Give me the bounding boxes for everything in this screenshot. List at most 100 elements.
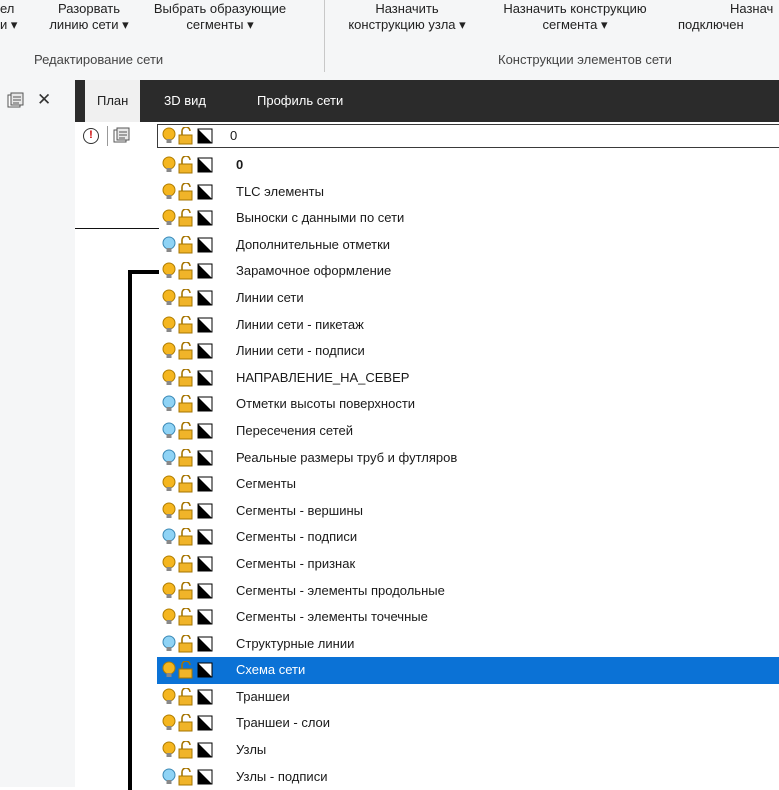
layer-list-item[interactable]: Сегменты - признак (157, 551, 779, 578)
lightbulb-icon[interactable] (162, 209, 176, 226)
layer-state-icon[interactable]: ! (83, 128, 99, 144)
lightbulb-icon[interactable] (162, 741, 176, 758)
lock-icon[interactable] (178, 209, 193, 227)
layer-color-icon[interactable] (197, 556, 213, 572)
layer-list-item[interactable]: Сегменты - элементы продольные (157, 578, 779, 605)
tab-plan[interactable]: План (85, 80, 141, 122)
lightbulb-icon[interactable] (162, 342, 176, 359)
lock-icon[interactable] (178, 315, 193, 334)
lock-icon[interactable] (178, 554, 193, 573)
layer-color-icon[interactable] (197, 715, 213, 731)
lightbulb-icon[interactable] (162, 236, 176, 252)
layer-color-icon[interactable] (197, 529, 213, 545)
layer-color-icon[interactable] (197, 769, 213, 785)
lock-icon[interactable] (178, 368, 193, 387)
lock-icon[interactable] (178, 342, 193, 360)
layer-properties-icon[interactable] (113, 127, 131, 145)
layer-list-item[interactable]: Схема сети (157, 657, 779, 684)
layer-list-item[interactable]: Отметки высоты поверхности (157, 391, 779, 418)
layer-color-icon[interactable] (197, 423, 213, 439)
layer-color-icon[interactable] (197, 662, 213, 678)
layer-list-item[interactable]: Траншеи - слои (157, 710, 779, 737)
lock-icon[interactable] (178, 501, 193, 520)
layer-dropdown[interactable]: 0 (157, 124, 779, 148)
lightbulb-icon[interactable] (162, 183, 176, 199)
layer-color-icon[interactable] (197, 210, 213, 226)
layer-color-icon[interactable] (197, 317, 213, 333)
lightbulb-icon[interactable] (162, 528, 176, 545)
lightbulb-icon[interactable] (162, 714, 176, 731)
lock-icon[interactable] (178, 421, 193, 440)
layer-color-icon[interactable] (197, 184, 213, 200)
layer-color-icon[interactable] (197, 742, 213, 758)
layer-list-item[interactable]: Структурные линии (157, 631, 779, 658)
layer-color-icon[interactable] (197, 450, 213, 466)
lock-icon[interactable] (178, 475, 193, 493)
lock-icon[interactable] (178, 634, 193, 653)
lightbulb-icon[interactable] (162, 582, 176, 598)
layer-list-item[interactable]: НАПРАВЛЕНИЕ_НА_СЕВЕР (157, 365, 779, 392)
lightbulb-icon[interactable] (162, 688, 176, 704)
tab-network-profile[interactable]: Профиль сети (245, 80, 355, 122)
layer-color-icon[interactable] (197, 370, 213, 386)
layer-color-icon[interactable] (197, 609, 213, 625)
layer-color-icon[interactable] (197, 636, 213, 652)
layer-list-item[interactable]: Линии сети - пикетаж (157, 312, 779, 339)
layer-color-icon[interactable] (197, 237, 213, 253)
tab-3d-view[interactable]: 3D вид (152, 80, 218, 122)
break-network-line-button[interactable]: Разорвать линию сети ▾ (34, 1, 144, 33)
layer-color-icon[interactable] (197, 476, 213, 492)
lock-icon[interactable] (178, 235, 193, 254)
select-generating-segments-button[interactable]: Выбрать образующие сегменты ▾ (140, 1, 300, 33)
layer-list-item[interactable]: Зарамочное оформление (157, 258, 779, 285)
layer-list-item[interactable]: Дополнительные отметки (157, 232, 779, 259)
lock-icon[interactable] (178, 661, 193, 679)
layer-list-item[interactable]: Сегменты (157, 471, 779, 498)
layer-list-item[interactable]: Линии сети - подписи (157, 338, 779, 365)
layer-list-item[interactable]: Выноски с данными по сети (157, 205, 779, 232)
layer-color-icon[interactable] (197, 503, 213, 519)
assign-segment-construction-button[interactable]: Назначить конструкцию сегмента ▾ (490, 1, 660, 33)
layer-color-icon[interactable] (197, 157, 213, 173)
lock-icon[interactable] (178, 448, 193, 467)
lightbulb-icon[interactable] (162, 422, 176, 438)
lightbulb-icon[interactable] (162, 395, 176, 412)
lock-icon[interactable] (178, 741, 193, 759)
layer-list-item[interactable]: TLC элементы (157, 179, 779, 206)
layer-list-item[interactable]: Линии сети (157, 285, 779, 312)
layer-list-item[interactable]: Узлы (157, 737, 779, 764)
lock-icon[interactable] (178, 767, 193, 786)
lightbulb-icon[interactable] (162, 289, 176, 305)
lightbulb-icon[interactable] (162, 369, 176, 385)
layers-palette-icon[interactable] (7, 92, 25, 110)
lightbulb-icon[interactable] (162, 661, 176, 678)
lock-icon[interactable] (178, 395, 193, 413)
assign-node-construction-button[interactable]: Назначить конструкцию узла ▾ (332, 1, 482, 33)
layer-list-item[interactable]: Узлы - подписи (157, 764, 779, 790)
lock-icon[interactable] (178, 156, 193, 174)
layer-color-icon[interactable] (197, 343, 213, 359)
layer-color-icon[interactable] (197, 396, 213, 412)
layer-list-item[interactable]: Сегменты - вершины (157, 498, 779, 525)
lightbulb-icon[interactable] (162, 475, 176, 492)
layer-list-item[interactable]: Реальные размеры труб и футляров (157, 445, 779, 472)
lightbulb-icon[interactable] (162, 768, 176, 784)
layer-color-icon[interactable] (197, 263, 213, 279)
lock-icon[interactable] (178, 288, 193, 307)
ribbon-button-partial-left[interactable]: ел и ▾ (0, 1, 17, 33)
layer-color-icon[interactable] (197, 290, 213, 306)
lock-icon[interactable] (178, 581, 193, 599)
lightbulb-icon[interactable] (162, 555, 176, 571)
layer-color-icon[interactable] (197, 689, 213, 705)
layer-color-icon[interactable] (197, 583, 213, 598)
layer-list-item[interactable]: Траншеи (157, 684, 779, 711)
lightbulb-icon[interactable] (162, 635, 176, 651)
lightbulb-icon[interactable] (162, 449, 176, 465)
lightbulb-icon[interactable] (162, 316, 176, 332)
layer-list-item[interactable]: Сегменты - подписи (157, 524, 779, 551)
lock-icon[interactable] (178, 608, 193, 626)
close-icon[interactable]: ✕ (37, 90, 51, 110)
lightbulb-icon[interactable] (162, 262, 176, 279)
lock-icon[interactable] (178, 182, 193, 201)
lightbulb-icon[interactable] (162, 502, 176, 518)
